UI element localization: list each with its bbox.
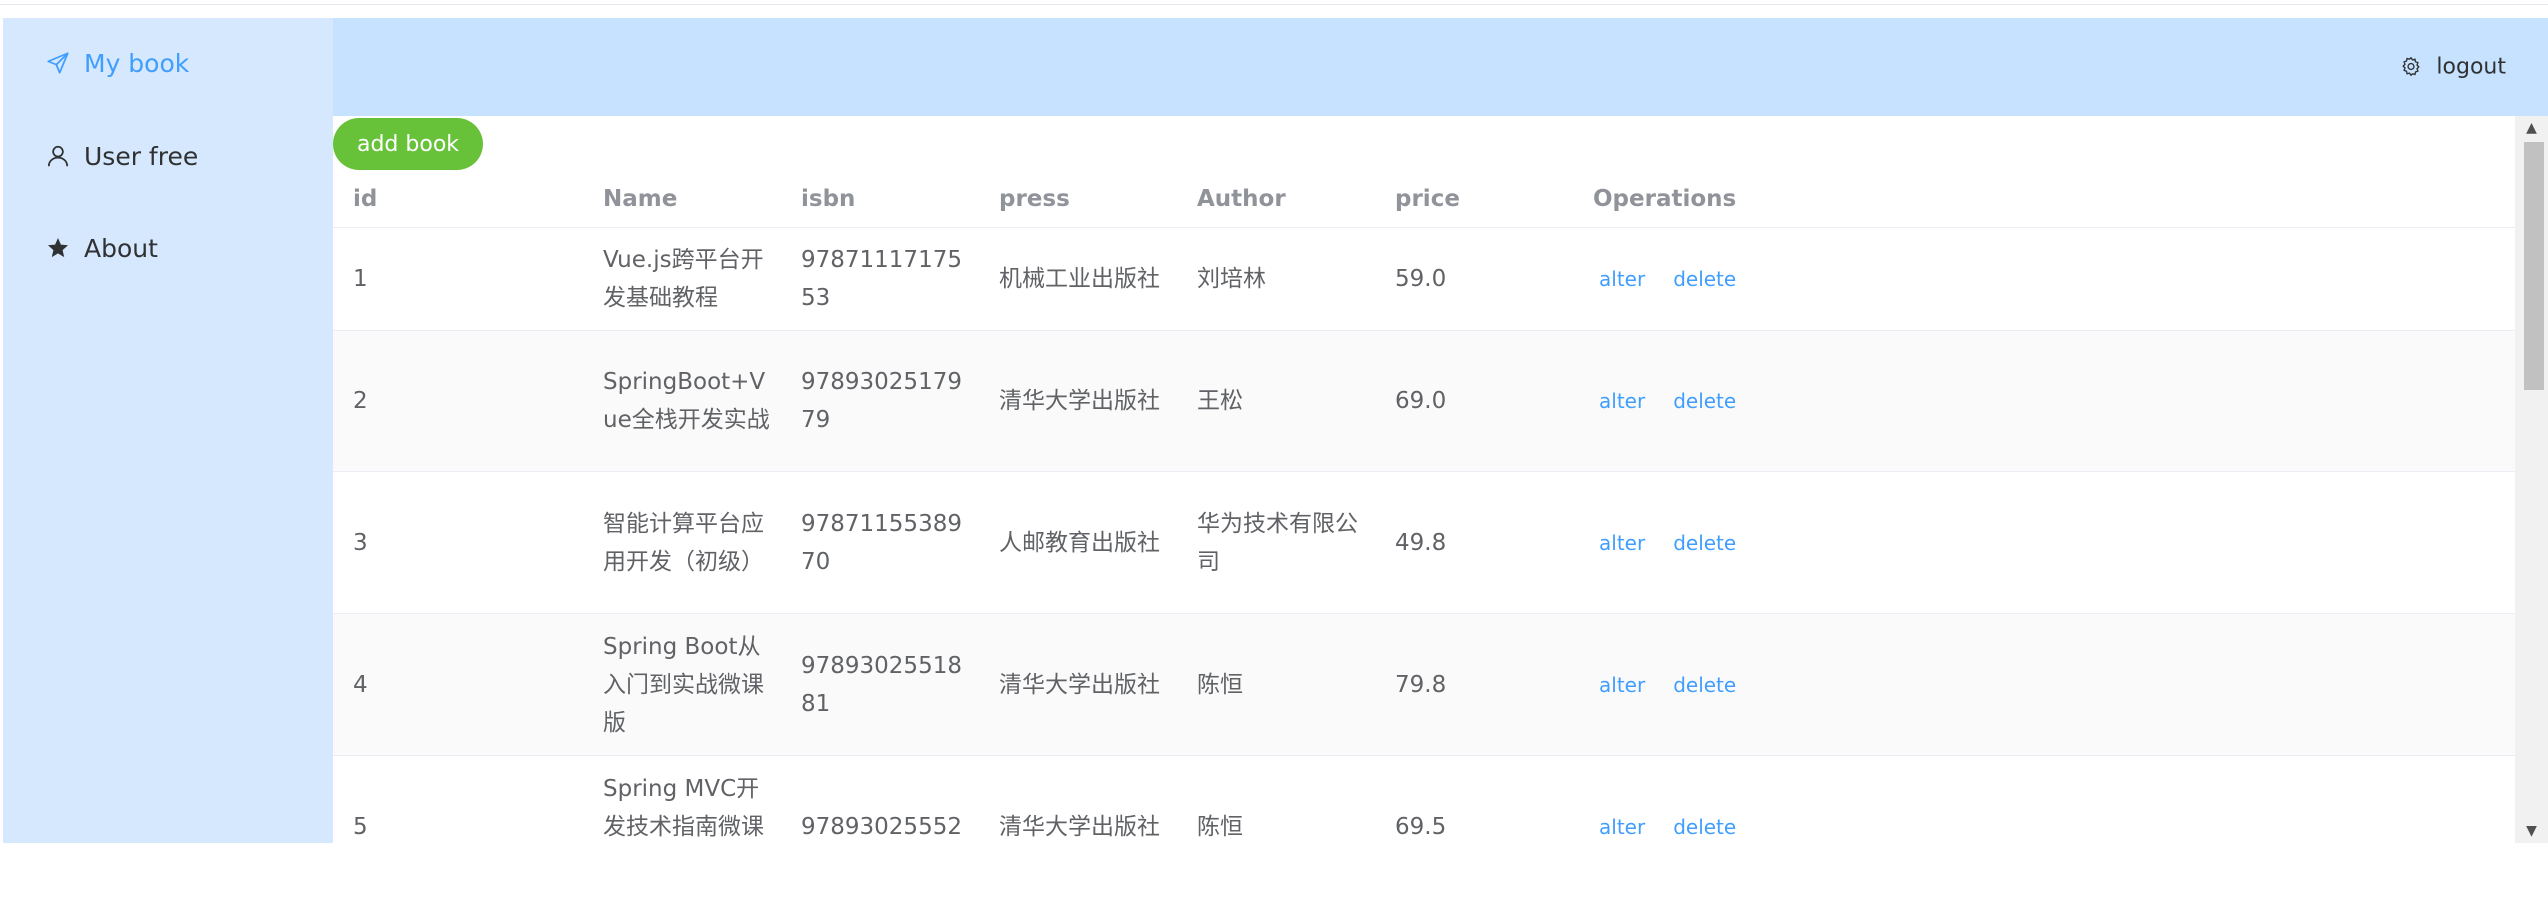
cell-author: 陈恒	[1197, 813, 1243, 840]
cell-isbn: 9787115538970	[801, 510, 962, 575]
user-icon	[43, 141, 73, 171]
cell-author: 王松	[1197, 388, 1243, 414]
app-container: My book User free About logout add book	[3, 18, 2548, 843]
column-header-price: price	[1395, 186, 1460, 212]
cell-press: 人邮教育出版社	[999, 529, 1160, 556]
cell-isbn: 9789302517979	[801, 369, 962, 433]
cell-name: Spring MVC开发技术指南微课版	[603, 775, 764, 840]
table-row: 3 智能计算平台应用开发（初级） 9787115538970 人邮教育出版社 华…	[333, 472, 2515, 614]
cell-press: 机械工业出版社	[999, 266, 1160, 292]
table-row: 5 Spring MVC开发技术指南微课版 97893025552 清华大学出版…	[333, 756, 2515, 843]
scroll-down-arrow-icon[interactable]: ▼	[2515, 819, 2548, 843]
cell-id: 1	[353, 266, 368, 292]
cell-operations: alter delete	[1593, 228, 1893, 330]
cell-name: Vue.js跨平台开发基础教程	[603, 247, 764, 311]
cell-press: 清华大学出版社	[999, 388, 1160, 414]
cell-press: 清华大学出版社	[999, 813, 1160, 840]
sidebar: My book User free About	[3, 18, 333, 843]
cell-id: 4	[353, 671, 368, 698]
cell-name: Spring Boot从入门到实战微课版	[603, 633, 764, 736]
sidebar-item-label: About	[84, 233, 158, 263]
cell-operations: alter delete	[1593, 614, 1893, 755]
cell-price: 69.5	[1395, 813, 1447, 840]
delete-link[interactable]: delete	[1673, 808, 1736, 844]
cell-id: 3	[353, 529, 368, 556]
cell-name: SpringBoot+Vue全栈开发实战	[603, 369, 770, 433]
table-header: id Name isbn press Author price Operatio…	[333, 171, 2515, 228]
delete-link[interactable]: delete	[1673, 382, 1736, 420]
sidebar-item-label: My book	[84, 48, 190, 78]
send-icon	[43, 48, 73, 78]
books-table: id Name isbn press Author price Operatio…	[333, 171, 2515, 843]
logout-button[interactable]: logout	[2400, 55, 2506, 80]
top-border	[0, 0, 2548, 5]
cell-operations: alter delete	[1593, 472, 1893, 613]
cell-operations: alter delete	[1593, 331, 1893, 471]
sidebar-item-about[interactable]: About	[3, 218, 333, 278]
column-header-id: id	[353, 186, 378, 212]
cell-author: 陈恒	[1197, 671, 1243, 698]
delete-link[interactable]: delete	[1673, 666, 1736, 704]
gear-icon	[2400, 55, 2424, 79]
column-header-operations: Operations	[1593, 186, 1737, 212]
cell-isbn: 9789302551881	[801, 652, 962, 717]
cell-id: 5	[353, 813, 368, 840]
scroll-up-arrow-icon[interactable]: ▲	[2515, 116, 2548, 140]
cell-isbn: 9787111717553	[801, 247, 962, 311]
cell-author: 刘培林	[1197, 266, 1266, 292]
cell-isbn: 97893025552	[801, 813, 962, 840]
delete-link[interactable]: delete	[1673, 260, 1736, 298]
add-book-button[interactable]: add book	[333, 118, 483, 170]
logout-label: logout	[2436, 54, 2506, 80]
alter-link[interactable]: alter	[1599, 808, 1645, 844]
alter-link[interactable]: alter	[1599, 382, 1645, 420]
cell-id: 2	[353, 388, 368, 414]
column-header-isbn: isbn	[801, 186, 856, 212]
cell-name: 智能计算平台应用开发（初级）	[603, 510, 764, 575]
alter-link[interactable]: alter	[1599, 666, 1645, 704]
alter-link[interactable]: alter	[1599, 260, 1645, 298]
scrollbar-thumb[interactable]	[2524, 142, 2544, 390]
top-header: logout	[333, 18, 2548, 116]
main-content: add book id Name isbn press Author price…	[333, 116, 2548, 843]
sidebar-item-user-free[interactable]: User free	[3, 126, 333, 186]
star-icon	[43, 233, 73, 263]
cell-price: 79.8	[1395, 671, 1447, 698]
cell-author: 华为技术有限公司	[1197, 510, 1358, 575]
cell-press: 清华大学出版社	[999, 671, 1160, 698]
column-header-name: Name	[603, 186, 678, 212]
vertical-scrollbar[interactable]: ▲ ▼	[2515, 116, 2548, 843]
cell-price: 49.8	[1395, 529, 1447, 556]
cell-operations: alter delete	[1593, 756, 1893, 843]
cell-price: 59.0	[1395, 266, 1447, 292]
delete-link[interactable]: delete	[1673, 524, 1736, 562]
table-row: 1 Vue.js跨平台开发基础教程 9787111717553 机械工业出版社 …	[333, 228, 2515, 331]
column-header-press: press	[999, 186, 1070, 212]
alter-link[interactable]: alter	[1599, 524, 1645, 562]
table-row: 2 SpringBoot+Vue全栈开发实战 9789302517979 清华大…	[333, 331, 2515, 472]
sidebar-item-my-book[interactable]: My book	[3, 33, 333, 93]
cell-price: 69.0	[1395, 388, 1447, 414]
column-header-author: Author	[1197, 186, 1286, 212]
table-row: 4 Spring Boot从入门到实战微课版 9789302551881 清华大…	[333, 614, 2515, 756]
sidebar-item-label: User free	[84, 141, 199, 171]
